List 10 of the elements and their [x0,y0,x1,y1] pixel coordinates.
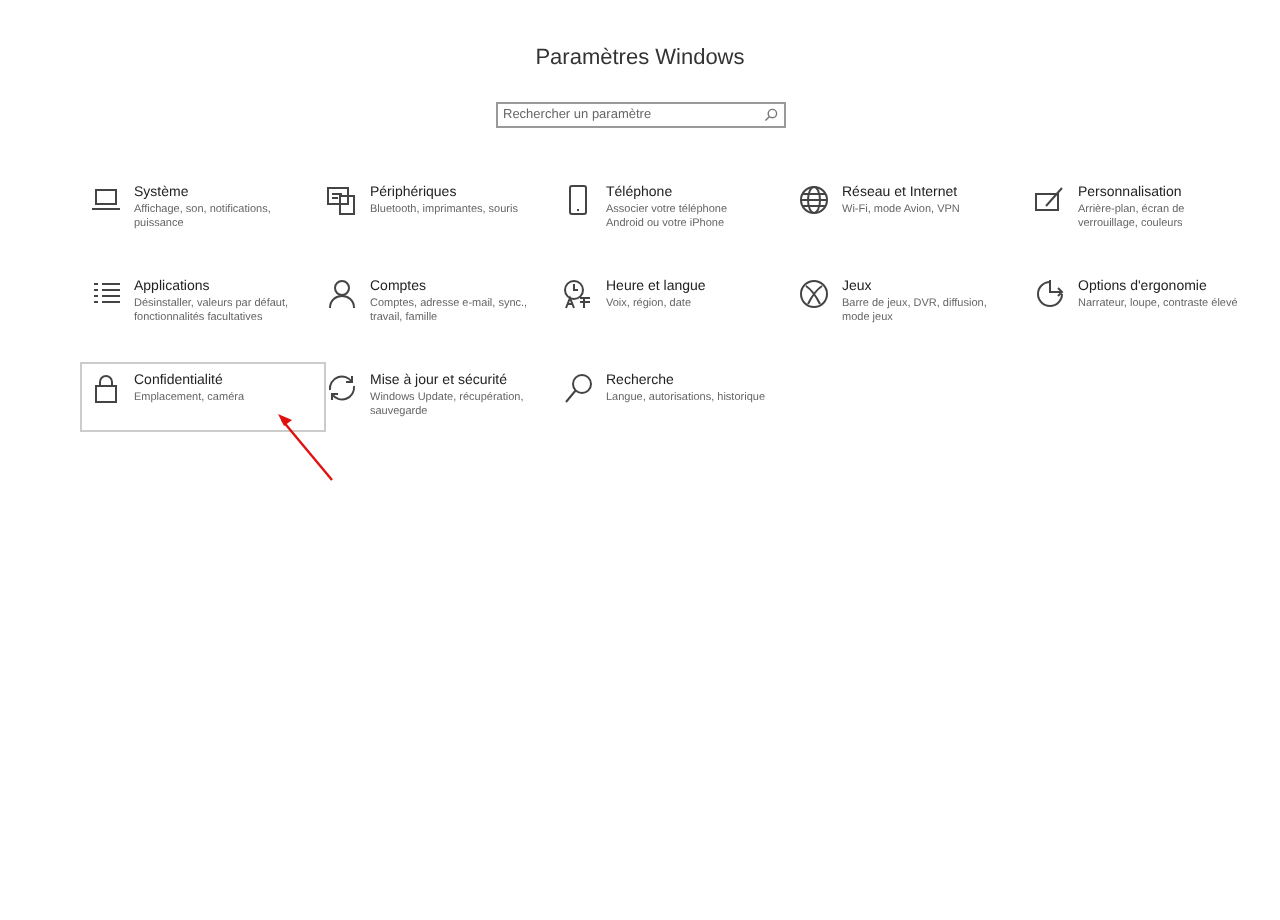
globe-icon [798,184,830,216]
sync-icon [326,372,358,404]
search-icon [763,108,777,122]
devices-icon [326,184,358,216]
person-icon [326,278,358,310]
lock-icon [90,372,122,404]
search-icon [562,372,594,404]
laptop-icon [90,184,122,216]
window-title: Paramètres Windows [533,44,747,70]
clock-icon [562,278,594,310]
